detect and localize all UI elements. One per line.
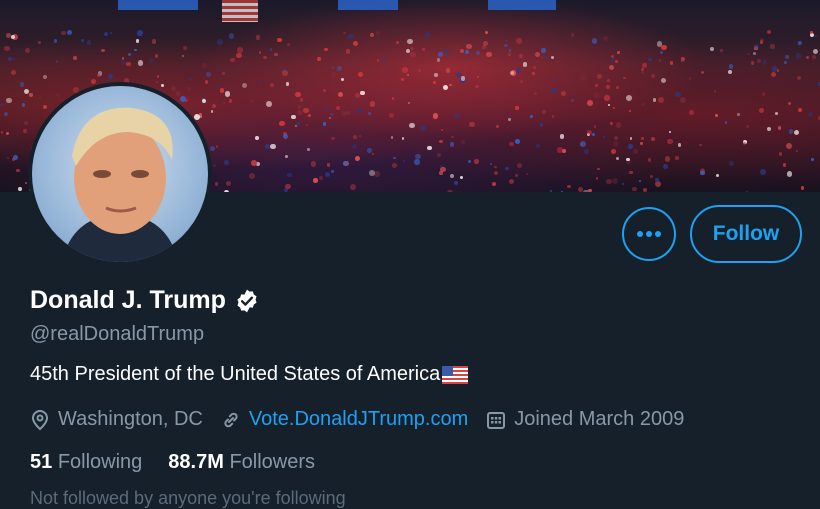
join-date: Joined March 2009 — [486, 408, 684, 431]
profile-handle: @realDonaldTrump — [30, 323, 205, 345]
profile-bio: 45th President of the United States of A… — [30, 363, 469, 386]
profile-meta: Washington, DC Vote.DonaldJTrump.com Joi… — [30, 408, 702, 431]
banner-sign — [118, 0, 198, 10]
location-pin-icon — [31, 409, 49, 430]
us-flag-icon — [442, 365, 469, 384]
follow-stats: 51 Following 88.7M Followers — [30, 451, 341, 474]
joined-text: Joined March 2009 — [514, 408, 685, 430]
followers-count-link[interactable]: 88.7M Followers — [168, 451, 315, 474]
followed-by-note: Not followed by anyone you're following — [30, 488, 346, 508]
location: Washington, DC — [30, 408, 203, 431]
banner-sign — [338, 0, 398, 10]
avatar-portrait — [62, 107, 178, 262]
followers-count: 88.7M — [168, 451, 224, 473]
ellipsis-icon — [637, 231, 661, 237]
calendar-icon — [487, 411, 506, 429]
bio-text: 45th President of the United States of A… — [30, 363, 441, 385]
following-count-link[interactable]: 51 Following — [30, 451, 142, 474]
verified-badge-icon — [237, 289, 257, 312]
profile-name-row: Donald J. Trump — [30, 286, 260, 315]
more-options-button[interactable] — [622, 207, 676, 261]
banner-flag — [222, 0, 258, 22]
location-text: Washington, DC — [58, 408, 203, 430]
link-icon — [224, 412, 238, 427]
following-count: 51 — [30, 451, 53, 473]
website[interactable]: Vote.DonaldJTrump.com — [221, 408, 468, 431]
following-label: Following — [57, 451, 143, 473]
display-name: Donald J. Trump — [30, 286, 226, 314]
avatar[interactable] — [28, 82, 212, 266]
website-link[interactable]: Vote.DonaldJTrump.com — [249, 408, 468, 431]
follow-button[interactable]: Follow — [690, 205, 802, 263]
banner-sign — [488, 0, 556, 10]
followers-label: Followers — [229, 451, 316, 473]
